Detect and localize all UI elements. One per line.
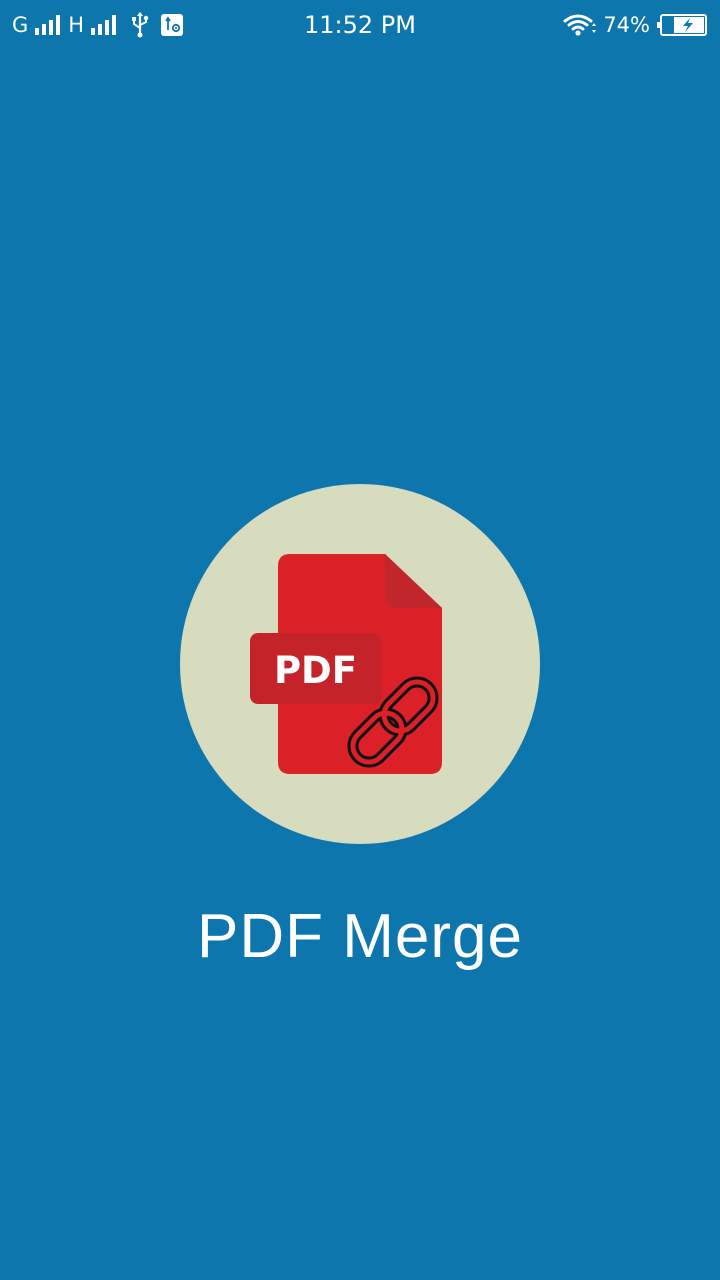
battery-icon (657, 14, 707, 36)
pdf-label: PDF (274, 649, 357, 692)
battery-percent: 74% (603, 13, 650, 37)
app-title: PDF Merge (197, 902, 523, 971)
status-bar-right: 74% (563, 10, 708, 40)
app-logo: PDF (180, 484, 540, 844)
status-bar: G H 11:52 PM 74% (0, 0, 720, 50)
splash-screen: G H 11:52 PM 74% PDF PDF Merge (0, 0, 720, 1280)
pdf-merge-icon: PDF (250, 554, 442, 774)
document-fold (385, 554, 442, 608)
wifi-icon (563, 14, 597, 36)
